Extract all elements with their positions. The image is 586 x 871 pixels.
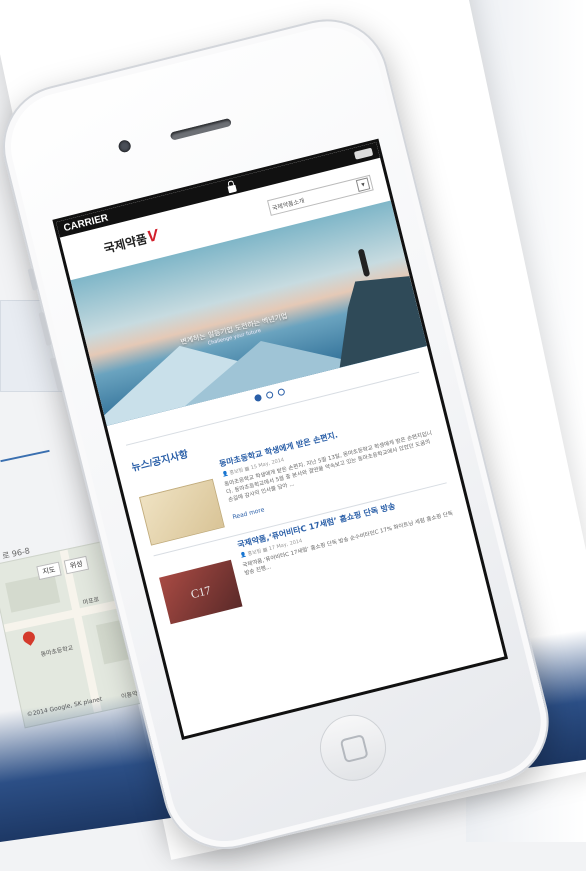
mute-switch (27, 268, 38, 291)
map-pin-icon[interactable] (20, 629, 38, 646)
news-thumbnail[interactable] (139, 478, 225, 546)
read-more-link[interactable]: Read more (232, 506, 265, 521)
volume-up-button (38, 311, 52, 347)
news-author: 홍보팀 (229, 467, 244, 477)
home-button[interactable] (312, 707, 394, 788)
site-logo[interactable]: 국제약품V (102, 227, 161, 258)
news-author: 홍보팀 (247, 548, 263, 558)
lock-icon (227, 184, 237, 193)
map-block (5, 572, 61, 613)
map-view-button[interactable]: 지도 (36, 561, 62, 581)
volume-down-button (49, 357, 63, 392)
user-icon: 👤 (221, 470, 229, 479)
calendar-icon: ▦ (262, 546, 269, 554)
home-square-icon (339, 734, 369, 764)
earpiece-speaker (169, 117, 232, 141)
logo-text: 국제약품 (102, 231, 149, 257)
phone-screen: CARRIER 국제약품V 국제약품소개 ▾ 변계하는 일등기업 도전하는 백년… (52, 138, 509, 740)
calendar-icon: ▦ (244, 465, 251, 473)
user-icon: 👤 (239, 551, 248, 560)
select-value: 국제약품소개 (271, 196, 306, 212)
news-thumbnail[interactable]: C17 (159, 559, 243, 625)
hero-person (357, 248, 371, 278)
map-label: 동마초등학교 (40, 644, 74, 659)
carousel-dot[interactable] (276, 387, 286, 397)
battery-icon (353, 147, 374, 160)
front-camera (117, 138, 132, 154)
carousel-dot[interactable] (264, 390, 274, 400)
carousel-dot[interactable] (253, 393, 262, 403)
chevron-down-icon: ▾ (355, 177, 371, 192)
